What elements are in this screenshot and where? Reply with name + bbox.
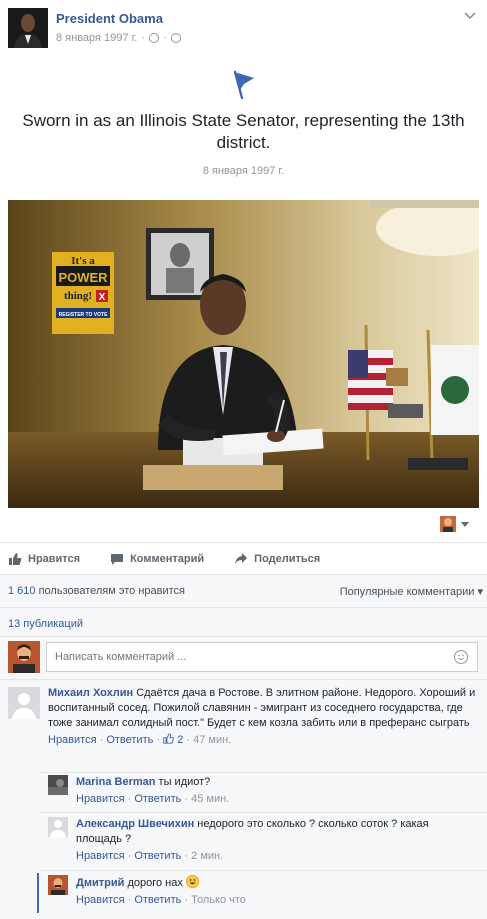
reply-reply-link[interactable]: Ответить <box>134 793 181 805</box>
sort-dropdown[interactable]: Популярные комментарии ▾ <box>340 585 483 598</box>
reply-time[interactable]: 2 мин. <box>191 850 223 862</box>
separator: · <box>162 32 167 44</box>
caret-down-icon: ▾ <box>477 586 483 598</box>
reply: Marina Berman ты идиот? Нравится · Ответ… <box>76 775 476 807</box>
divider <box>40 870 487 871</box>
post-header: President Obama 8 января 1997 г. · · <box>0 0 487 60</box>
comment-likes-count: 2 <box>177 734 184 746</box>
comment-button[interactable]: Комментарий <box>110 552 204 566</box>
feedback-section: 1 610 пользователям это нравится Популяр… <box>0 574 487 919</box>
comment-input[interactable] <box>46 642 478 672</box>
sign-text-2: POWER <box>58 270 108 285</box>
reply-avatar[interactable] <box>48 875 68 895</box>
tag-row <box>0 512 487 536</box>
comment-footer: Нравится · Ответить · 2 · 47 мин. <box>48 733 232 746</box>
comment-author[interactable]: Михаил Хохлин <box>48 687 133 699</box>
commenter-avatar[interactable] <box>8 687 40 719</box>
author-name[interactable]: President Obama <box>56 11 163 26</box>
share-label: Поделиться <box>254 552 321 565</box>
reply-time[interactable]: Только что <box>191 894 246 906</box>
divider <box>0 679 487 680</box>
reply-body: Marina Berman ты идиот? <box>76 775 476 790</box>
emoji-icon[interactable] <box>454 650 468 664</box>
comment-likes[interactable]: 2 <box>163 733 186 746</box>
divider <box>40 812 487 813</box>
reply-author[interactable]: Дмитрий <box>76 877 124 889</box>
comment-time[interactable]: 47 мин. <box>193 734 231 746</box>
divider <box>40 772 487 773</box>
chevron-down-icon[interactable] <box>460 521 470 529</box>
reply-body: Александр Швечихин недорого это сколько … <box>76 817 446 847</box>
reply-like-link[interactable]: Нравится <box>76 793 125 805</box>
reply-footer: Нравится · Ответить · 2 мин. <box>76 850 224 862</box>
reply-text: дорого нах <box>127 877 183 889</box>
reply-author[interactable]: Александр Швечихин <box>76 818 194 830</box>
sign-text-3: thing! <box>64 290 92 302</box>
sign-text-5: REGISTER TO VOTE <box>59 312 108 318</box>
publications-count[interactable]: 13 публикаций <box>8 618 83 630</box>
likes-rest: пользователям это нравится <box>38 585 185 597</box>
like-button[interactable]: Нравится <box>8 552 80 566</box>
reply-text: ты идиот? <box>158 776 211 788</box>
thumbs-up-icon <box>9 552 22 565</box>
sign-text-1: It's a <box>71 255 95 267</box>
comment-label: Комментарий <box>130 552 205 565</box>
reply-avatar[interactable] <box>48 775 68 795</box>
chevron-down-icon[interactable] <box>463 10 477 22</box>
reply-footer: Нравится · Ответить · Только что <box>76 894 246 906</box>
flag-icon <box>233 70 254 100</box>
reply: Александр Швечихин недорого это сколько … <box>76 817 446 864</box>
author-avatar[interactable] <box>8 8 48 48</box>
reply-time[interactable]: 45 мин. <box>191 793 229 805</box>
separator: · <box>141 32 145 44</box>
comment: Михаил Хохлин Сдаётся дача в Ростове. В … <box>48 686 478 748</box>
clock-icon <box>148 33 159 43</box>
post-date[interactable]: 8 января 1997 г. <box>56 32 137 44</box>
reply-reply-link[interactable]: Ответить <box>134 850 181 862</box>
share-button[interactable]: Поделиться <box>234 552 320 566</box>
reply: Дмитрий дорого нах Нравится · Ответить ·… <box>76 875 476 908</box>
likes-summary[interactable]: 1 610 пользователям это нравится <box>8 585 185 597</box>
reply-reply-link[interactable]: Ответить <box>134 894 181 906</box>
grinning-emoji-icon <box>185 875 199 888</box>
event-date: 8 января 1997 г. <box>202 165 285 177</box>
event-title: Sworn in as an Illinois State Senator, r… <box>22 111 465 152</box>
divider <box>0 636 487 637</box>
reply-avatar[interactable] <box>48 817 68 837</box>
like-label: Нравится <box>28 552 81 565</box>
divider <box>0 607 487 608</box>
post-meta: 8 января 1997 г. · · <box>56 32 181 44</box>
reply-body: Дмитрий дорого нах <box>76 875 476 891</box>
reply-like-link[interactable]: Нравится <box>76 850 125 862</box>
comment-icon <box>111 553 124 565</box>
comment-like-link[interactable]: Нравится <box>48 734 97 746</box>
likes-number: 1 610 <box>8 585 36 597</box>
reply-like-link[interactable]: Нравится <box>76 894 125 906</box>
post-photo[interactable]: It's a POWER thing! X REGISTER TO VOTE <box>8 200 479 508</box>
comment-reply-link[interactable]: Ответить <box>106 734 153 746</box>
sign-text-4: X <box>99 292 106 303</box>
sort-label: Популярные комментарии <box>339 586 475 598</box>
new-reply-indicator <box>37 873 39 913</box>
comment-body: Михаил Хохлин Сдаётся дача в Ростове. В … <box>48 686 478 731</box>
share-icon <box>235 552 248 564</box>
reply-footer: Нравится · Ответить · 45 мин. <box>76 793 230 805</box>
tag-avatar[interactable] <box>440 516 456 532</box>
reply-author[interactable]: Marina Berman <box>76 776 155 788</box>
action-bar: Нравится Комментарий Поделиться <box>0 542 487 574</box>
thumbs-up-icon <box>163 733 175 744</box>
globe-icon[interactable] <box>170 33 181 43</box>
composer-avatar <box>8 641 40 673</box>
